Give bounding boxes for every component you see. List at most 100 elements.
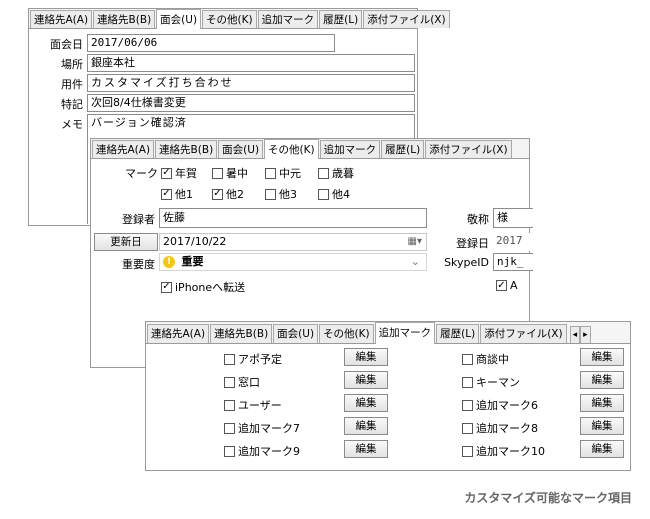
- mark-checkbox-additional6[interactable]: 追加マーク6: [462, 397, 538, 413]
- calendar-icon[interactable]: ▦▾: [408, 234, 422, 250]
- mark-checkbox-other2[interactable]: ✓ 他2: [212, 186, 244, 202]
- edit-button-additional10[interactable]: 編集: [580, 440, 624, 458]
- tab-scroll-left-button[interactable]: ◂: [569, 326, 581, 343]
- checkbox-label: 窓口: [238, 376, 260, 389]
- tab-contact-b[interactable]: 連絡先B(B): [93, 10, 156, 28]
- checkbox-label: 歳暮: [332, 167, 354, 180]
- honorific-label: 敬称: [467, 213, 489, 226]
- registered-date-field[interactable]: 2017: [493, 233, 533, 251]
- tab-contact-a[interactable]: 連絡先A(A): [30, 10, 93, 28]
- checkbox-label: ユーザー: [238, 399, 282, 412]
- right-option-checkbox[interactable]: ✓ A: [496, 279, 518, 292]
- mark-checkbox-chugen[interactable]: 中元: [265, 165, 301, 181]
- updated-date-button[interactable]: 更新日: [94, 233, 158, 251]
- checkbox-label: A: [510, 279, 518, 292]
- tab-meeting[interactable]: 面会(U): [218, 140, 264, 158]
- checkbox-box: [265, 188, 276, 200]
- tab-meeting[interactable]: 面会(U): [156, 9, 202, 29]
- checkbox-box: [318, 167, 329, 179]
- mark-label: マーク: [125, 167, 158, 180]
- tab-additional-marks[interactable]: 追加マーク: [374, 322, 436, 344]
- mark-checkbox-seibo[interactable]: 歳暮: [318, 165, 354, 181]
- notes-label: 特記: [61, 98, 83, 111]
- tab-history[interactable]: 履歴(L): [436, 324, 480, 343]
- edit-button-appointment[interactable]: 編集: [344, 348, 388, 366]
- mark-checkbox-window[interactable]: 窓口: [224, 374, 260, 390]
- tab-contact-a[interactable]: 連絡先A(A): [92, 140, 155, 158]
- edit-button-additional6[interactable]: 編集: [580, 394, 624, 412]
- edit-button-user[interactable]: 編集: [344, 394, 388, 412]
- mark-checkbox-appointment[interactable]: アポ予定: [224, 351, 282, 367]
- tab-additional-marks[interactable]: 追加マーク: [257, 10, 319, 28]
- dropdown-arrow-icon: ⌄: [410, 255, 420, 268]
- mark-checkbox-negotiating[interactable]: 商談中: [462, 351, 509, 367]
- mark-checkbox-other1[interactable]: ✓ 他1: [161, 186, 193, 202]
- tab-attachments[interactable]: 添付ファイル(X): [480, 324, 567, 343]
- tab-history[interactable]: 履歴(L): [319, 10, 363, 28]
- tab-other[interactable]: その他(K): [264, 139, 319, 159]
- mark-checkbox-nenga[interactable]: ✓ 年賀: [161, 165, 197, 181]
- edit-button-additional7[interactable]: 編集: [344, 417, 388, 435]
- skype-id-field[interactable]: njk_: [493, 253, 533, 271]
- checkmark-icon: ✓: [213, 188, 222, 199]
- mark-checkbox-keyman[interactable]: キーマン: [462, 374, 520, 390]
- registrant-field[interactable]: 佐藤: [159, 208, 427, 228]
- importance-icon: !: [163, 256, 175, 268]
- checkbox-label: 追加マーク6: [476, 399, 538, 412]
- checkbox-box: [212, 167, 223, 179]
- checkbox-label: 追加マーク10: [476, 445, 545, 458]
- checkmark-icon: ✓: [162, 281, 171, 292]
- tab-bar: 連絡先A(A) 連絡先B(B) 面会(U) その他(K) 追加マーク 履歴(L)…: [91, 139, 529, 159]
- tab-contact-b[interactable]: 連絡先B(B): [155, 140, 218, 158]
- edit-button-keyman[interactable]: 編集: [580, 371, 624, 389]
- tab-additional-marks[interactable]: 追加マーク: [319, 140, 381, 158]
- mark-checkbox-shochu[interactable]: 暑中: [212, 165, 248, 181]
- tab-contact-a[interactable]: 連絡先A(A): [147, 324, 210, 343]
- edit-button-window[interactable]: 編集: [344, 371, 388, 389]
- checkbox-label: アポ予定: [238, 353, 282, 366]
- tab-history[interactable]: 履歴(L): [381, 140, 425, 158]
- edit-button-negotiating[interactable]: 編集: [580, 348, 624, 366]
- mark-checkbox-user[interactable]: ユーザー: [224, 397, 282, 413]
- contact-panel-additional-marks: 連絡先A(A) 連絡先B(B) 面会(U) その他(K) 追加マーク 履歴(L)…: [145, 321, 631, 471]
- mark-checkbox-additional10[interactable]: 追加マーク10: [462, 443, 545, 459]
- mark-checkbox-additional8[interactable]: 追加マーク8: [462, 420, 538, 436]
- mark-checkbox-other4[interactable]: 他4: [318, 186, 350, 202]
- edit-button-additional8[interactable]: 編集: [580, 417, 624, 435]
- mark-checkbox-other3[interactable]: 他3: [265, 186, 297, 202]
- checkbox-box: [224, 445, 235, 457]
- checkmark-icon: ✓: [162, 188, 171, 199]
- tab-contact-b[interactable]: 連絡先B(B): [210, 324, 273, 343]
- checkbox-label: 商談中: [476, 353, 509, 366]
- checkbox-box: [265, 167, 276, 179]
- checkbox-box: ✓: [496, 280, 507, 291]
- mark-checkbox-additional7[interactable]: 追加マーク7: [224, 420, 300, 436]
- checkbox-label: 他1: [175, 188, 193, 201]
- mark-checkbox-additional9[interactable]: 追加マーク9: [224, 443, 300, 459]
- checkbox-label: 他4: [332, 188, 350, 201]
- checkbox-label: 中元: [279, 167, 301, 180]
- meeting-date-field[interactable]: 2017/06/06: [87, 34, 335, 52]
- importance-value: 重要: [181, 255, 204, 268]
- tab-meeting[interactable]: 面会(U): [273, 324, 319, 343]
- tab-other[interactable]: その他(K): [202, 10, 257, 28]
- notes-field[interactable]: 次回8/4仕様書変更: [87, 94, 415, 112]
- importance-select[interactable]: ! 重要 ⌄: [159, 253, 427, 271]
- checkbox-box: [462, 445, 473, 457]
- checkbox-label: 追加マーク8: [476, 422, 538, 435]
- tab-scroll-right-button[interactable]: ▸: [580, 326, 591, 343]
- updated-date-field[interactable]: 2017/10/22 ▦▾: [159, 233, 427, 251]
- checkmark-icon: ✓: [497, 279, 506, 291]
- purpose-field[interactable]: カスタマイズ打ち合わせ: [87, 74, 415, 92]
- skype-id-label: SkypeID: [444, 256, 489, 269]
- tab-attachments[interactable]: 添付ファイル(X): [363, 10, 450, 28]
- checkbox-box: [224, 399, 235, 411]
- edit-button-additional9[interactable]: 編集: [344, 440, 388, 458]
- tab-attachments[interactable]: 添付ファイル(X): [425, 140, 512, 158]
- tab-other[interactable]: その他(K): [319, 324, 374, 343]
- place-field[interactable]: 銀座本社: [87, 54, 415, 72]
- iphone-transfer-checkbox[interactable]: ✓ iPhoneへ転送: [161, 279, 245, 295]
- checkbox-box: ✓: [161, 281, 172, 293]
- honorific-field[interactable]: 様: [493, 208, 533, 228]
- checkbox-box: ✓: [161, 167, 172, 179]
